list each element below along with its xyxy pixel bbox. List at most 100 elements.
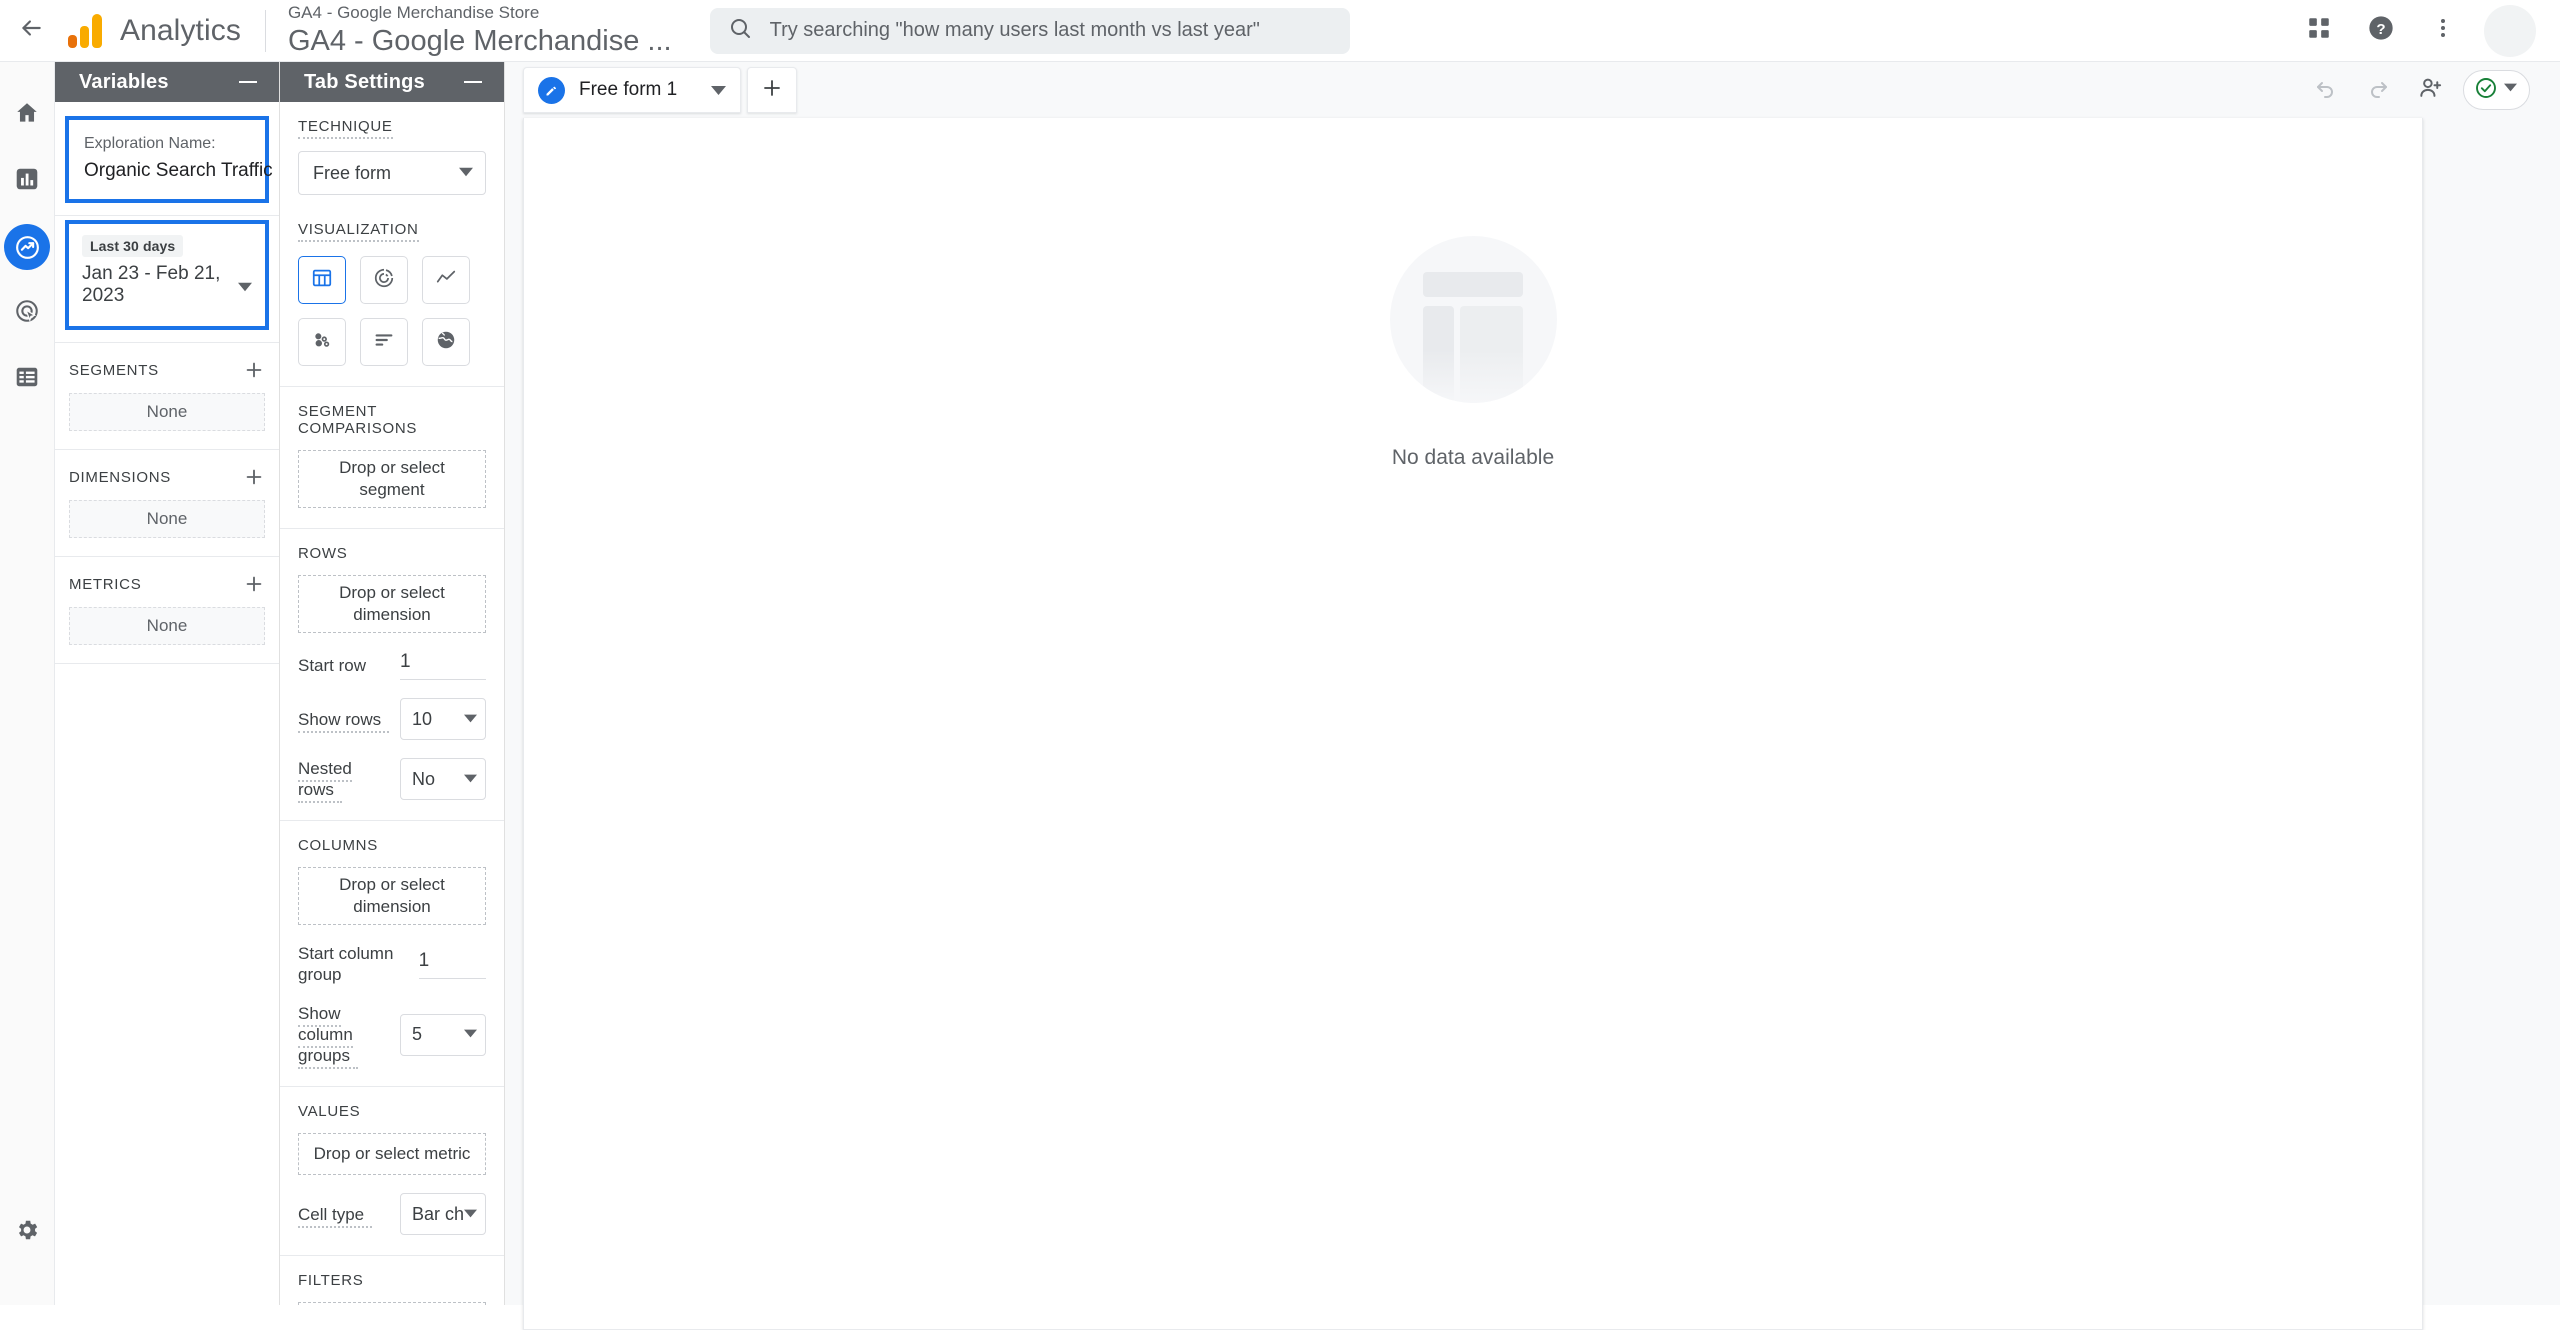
columns-dropzone[interactable]: Drop or select dimension [298,867,486,925]
viz-option-geo-map[interactable] [422,318,470,366]
chevron-down-icon [464,1204,477,1225]
rows-dropzone[interactable]: Drop or select dimension [298,575,486,633]
check-circle-icon [2474,76,2498,105]
share-button[interactable] [2407,67,2453,113]
start-column-group-input[interactable]: 1 [418,950,486,979]
values-section: VALUES Drop or select metric Cell type B… [280,1087,504,1256]
account-selector[interactable]: GA4 - Google Merchandise Store GA4 - Goo… [288,3,672,59]
segment-comparisons-section: SEGMENT COMPARISONS Drop or select segme… [280,387,504,529]
variables-panel-title: Variables [79,70,169,93]
placeholder-bar [1422,272,1523,297]
placeholder-right-column [1459,306,1523,403]
library-list-icon [14,364,40,395]
chevron-down-icon [464,1024,477,1045]
start-row-label: Start row [298,656,367,675]
metrics-header: METRICS [69,573,265,595]
technique-label: TECHNIQUE [298,118,393,139]
apps-grid-icon [2306,15,2332,46]
values-label: VALUES [298,1103,361,1120]
start-column-group-label: Start column group [298,944,394,984]
plus-icon [760,76,784,105]
viz-option-free-form-table[interactable] [298,256,346,304]
filters-label: FILTERS [298,1272,364,1289]
segments-title: SEGMENTS [69,361,159,379]
start-row-input[interactable]: 1 [400,651,486,680]
undo-button[interactable] [2303,67,2349,113]
add-tab-button[interactable] [747,67,798,113]
advertising-target-icon [14,298,40,329]
edit-pencil-icon [538,76,565,104]
add-metric-button[interactable] [243,573,265,595]
viz-option-scatter-plot[interactable] [298,318,346,366]
dimensions-empty[interactable]: None [69,500,265,538]
arrow-back-icon [18,15,44,46]
cell-type-select[interactable]: Bar ch... [400,1193,486,1235]
chevron-down-icon[interactable] [711,83,727,98]
cell-type-label-wrap: Cell type [298,1204,400,1228]
tab-label: Free form 1 [579,79,678,100]
placeholder-left-column [1422,306,1454,403]
search-bar[interactable] [709,7,1350,54]
brand-block[interactable]: Analytics [62,0,241,62]
sidebar-item-advertising[interactable] [0,280,55,346]
save-status-button[interactable] [2463,70,2530,110]
segments-section: SEGMENTS None [55,343,279,450]
exploration-name-field[interactable]: Exploration Name: Organic Search Traffic [73,124,273,195]
date-range-section: Last 30 days Jan 23 - Feb 21, 2023 [55,216,279,343]
back-button[interactable] [0,0,62,62]
google-analytics-logo-icon [68,13,106,48]
sidebar-item-explore[interactable] [0,214,55,280]
account-property-name: GA4 - Google Merchandise Store [287,2,540,22]
help-button[interactable]: ? [2350,0,2412,62]
sidebar-item-home[interactable] [0,82,55,148]
technique-select[interactable]: Free form [298,151,486,195]
values-dropzone[interactable]: Drop or select metric [298,1133,486,1175]
date-range-selector[interactable]: Last 30 days Jan 23 - Feb 21, 2023 [73,228,261,322]
redo-button[interactable] [2355,67,2401,113]
exploration-name-value: Organic Search Traffic [84,160,273,181]
cell-type-row: Cell type Bar ch... [298,1193,486,1235]
chevron-down-icon [238,280,252,299]
apps-button[interactable] [2288,0,2350,62]
minimize-icon[interactable] [239,81,257,83]
chevron-down-icon [2504,81,2517,99]
technique-section: TECHNIQUE Free form VISUALIZATION [280,102,504,387]
workspace: Free form 1 No data available [505,62,2560,1330]
tab-settings-panel: Tab Settings TECHNIQUE Free form VISUALI… [280,62,505,1305]
tab-settings-panel-header: Tab Settings [280,62,504,102]
sidebar-item-admin[interactable] [0,1199,55,1265]
show-column-groups-label: Show column groups [298,1004,358,1069]
nested-rows-select[interactable]: No [400,758,486,800]
dimensions-section: DIMENSIONS None [55,450,279,557]
viz-option-donut-chart[interactable] [360,256,408,304]
metrics-empty[interactable]: None [69,607,265,645]
minimize-icon[interactable] [464,81,482,83]
segment-comparisons-dropzone[interactable]: Drop or select segment [298,450,486,508]
date-range-preset-chip: Last 30 days [82,235,184,257]
tab-free-form-1[interactable]: Free form 1 [523,67,742,113]
search-input[interactable] [769,19,1332,42]
cell-type-value: Bar ch... [412,1203,464,1224]
viz-option-bar-chart[interactable] [360,318,408,366]
segments-empty[interactable]: None [69,393,265,431]
workspace-tools [2303,67,2560,113]
viz-option-line-chart[interactable] [422,256,470,304]
add-dimension-button[interactable] [243,466,265,488]
header-actions: ? [2288,0,2560,62]
dimensions-header: DIMENSIONS [69,466,265,488]
avatar[interactable] [2484,4,2536,57]
add-segment-button[interactable] [243,359,265,381]
chevron-down-icon [464,709,477,730]
sidebar-item-library[interactable] [0,346,55,412]
more-options-button[interactable] [2412,0,2474,62]
segments-header: SEGMENTS [69,359,265,381]
show-rows-select[interactable]: 10 [400,698,486,740]
exploration-name-section: Exploration Name: Organic Search Traffic [55,102,279,216]
sidebar-item-reports[interactable] [0,148,55,214]
line-chart-icon [435,267,457,294]
show-column-groups-select[interactable]: 5 [400,1013,486,1056]
filters-section: FILTERS Drop or select dimension or metr… [280,1256,504,1305]
table-icon [311,267,333,294]
bar-chart-horizontal-icon [373,329,395,356]
search-icon [728,16,752,45]
